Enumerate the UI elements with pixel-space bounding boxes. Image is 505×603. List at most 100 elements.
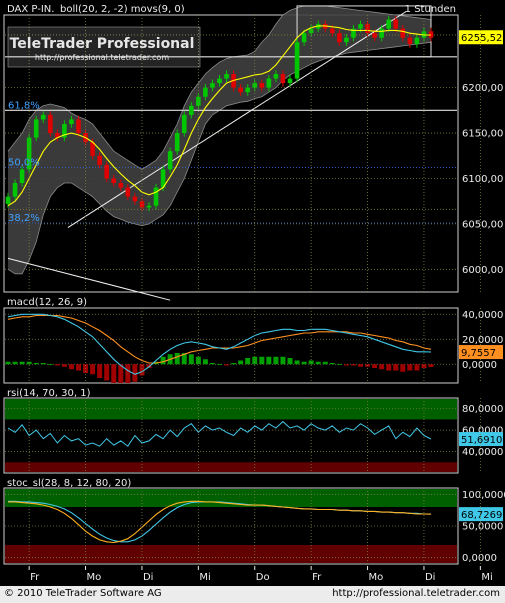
macd-histogram-bar — [358, 364, 363, 367]
macd-histogram-bar — [238, 360, 244, 365]
macd-panel[interactable]: 0,0000 20,0000 40,0000 9,7557 — [3, 307, 503, 384]
macd-histogram-bar — [33, 363, 39, 365]
candle-body — [40, 114, 46, 120]
macd-histogram-bar — [393, 364, 399, 371]
macd-histogram-bar — [202, 359, 208, 365]
macd-histogram-bar — [280, 356, 286, 365]
candle-body — [12, 183, 18, 197]
macd-histogram-bar — [322, 361, 328, 365]
y-tick-label: 0,0000 — [462, 553, 497, 564]
y-tick-label: 80,0000 — [462, 404, 503, 415]
candle-body — [266, 78, 272, 88]
y-tick-label: 6050,00 — [462, 219, 503, 230]
timeframe-label: 1 Stunden — [405, 4, 456, 15]
candle-body — [252, 83, 258, 88]
candle-body — [111, 178, 117, 184]
y-tick-label: 6000,00 — [462, 265, 503, 276]
rsi-oversold-zone — [5, 462, 457, 472]
x-tick-label: Fr — [312, 572, 322, 583]
macd-histogram-bar — [160, 356, 166, 365]
fib-level-label: 38,2% — [8, 213, 40, 224]
macd-histogram-bar — [104, 364, 110, 381]
macd-histogram-bar — [68, 364, 74, 370]
macd-histogram-bar — [217, 364, 222, 366]
stochastic-y-axis: 0,0000 50,0000 100,0000 68,7269 — [459, 490, 505, 564]
candle-body — [33, 119, 39, 138]
candle-body — [372, 33, 377, 38]
y-tick-label: 40,0000 — [462, 447, 503, 458]
candle-body — [344, 37, 349, 43]
candle-body — [97, 155, 102, 165]
y-tick-label: 100,0000 — [462, 490, 505, 501]
candle-body — [301, 33, 307, 43]
macd-histogram-bar — [252, 356, 258, 365]
macd-histogram-bar — [245, 358, 251, 365]
footer-bar: © 2010 TeleTrader Software AG http://pro… — [0, 586, 505, 603]
macd-histogram-bar — [273, 356, 279, 365]
candle-body — [189, 105, 194, 115]
candle-body — [379, 28, 384, 38]
x-tick-label: Mo — [369, 572, 384, 583]
candle-body — [273, 74, 279, 79]
candle-body — [280, 74, 286, 84]
instrument-title: DAX P-IN. — [7, 4, 54, 15]
teletrader-watermark: TeleTrader Professional http://professio… — [7, 26, 201, 68]
candle-body — [118, 183, 124, 188]
fib-level-label: 61,8% — [8, 100, 40, 111]
stochastic-title: stoc_sl(28, 8, 12, 80, 20) — [7, 478, 131, 489]
candle-body — [330, 28, 335, 34]
stoch-last-value: 68,7269 — [461, 510, 502, 521]
x-tick-label: Mi — [481, 572, 492, 583]
y-tick-label: 6200,00 — [462, 83, 503, 94]
macd-histogram-bar — [224, 364, 230, 366]
y-tick-label: 6150,00 — [462, 129, 503, 140]
macd-histogram-bar — [266, 356, 272, 365]
x-tick-label: Fr — [30, 572, 40, 583]
macd-histogram-bar — [301, 361, 307, 365]
macd-histogram-bar — [259, 356, 265, 365]
macd-histogram-bar — [76, 364, 81, 371]
x-tick-label: Di — [425, 572, 435, 583]
macd-histogram-bar — [336, 364, 342, 366]
candle-body — [76, 119, 81, 134]
fib-level-label: 50,0% — [8, 158, 40, 169]
macd-histogram-bar — [188, 354, 194, 365]
y-tick-label: 0,0000 — [462, 360, 497, 371]
rsi-y-axis: 40,000060,000080,000051,6910 — [459, 404, 503, 458]
stoch-oversold-zone — [5, 545, 457, 563]
rsi-last-value: 51,6910 — [461, 435, 502, 446]
macd-histogram-bar — [407, 364, 413, 371]
macd-histogram-bar — [90, 364, 96, 375]
candle-body — [407, 37, 413, 45]
candle-body — [104, 164, 109, 179]
candle-body — [245, 87, 250, 93]
candle-body — [69, 119, 74, 124]
macd-y-axis: 0,0000 20,0000 40,0000 9,7557 — [459, 310, 503, 371]
macd-histogram-bar — [97, 364, 103, 378]
macd-histogram-bar — [372, 364, 378, 368]
macd-histogram-bar — [350, 364, 356, 366]
macd-histogram-bar — [287, 358, 293, 365]
y-tick-label: 6100,00 — [462, 174, 503, 185]
watermark-url: http://professional.teletrader.com — [35, 53, 169, 62]
indicator-settings: boll(20, 2, -2) movs(9, 0) — [60, 4, 185, 15]
candle-body — [167, 151, 173, 170]
x-tick-label: Di — [143, 572, 153, 583]
candle-body — [203, 87, 208, 97]
candle-body — [224, 74, 229, 79]
macd-histogram-bar — [421, 364, 427, 368]
macd-histogram-bar — [343, 364, 349, 366]
macd-histogram-bar — [209, 363, 215, 365]
rsi-panel[interactable]: 40,000060,000080,000051,6910 — [3, 397, 503, 474]
candle-body — [365, 24, 370, 34]
candle-body — [217, 78, 222, 84]
stochastic-panel[interactable]: 0,0000 50,0000 100,0000 68,7269 — [3, 487, 505, 565]
y-tick-label: 20,0000 — [462, 335, 503, 346]
candle-body — [153, 187, 159, 206]
footer-url[interactable]: http://professional.teletrader.com — [332, 588, 500, 599]
y-tick-label: 50,0000 — [462, 522, 503, 533]
candle-body — [393, 19, 399, 29]
candle-body — [174, 133, 180, 152]
x-tick-label: Mo — [87, 572, 102, 583]
rsi-overbought-zone — [5, 399, 457, 420]
